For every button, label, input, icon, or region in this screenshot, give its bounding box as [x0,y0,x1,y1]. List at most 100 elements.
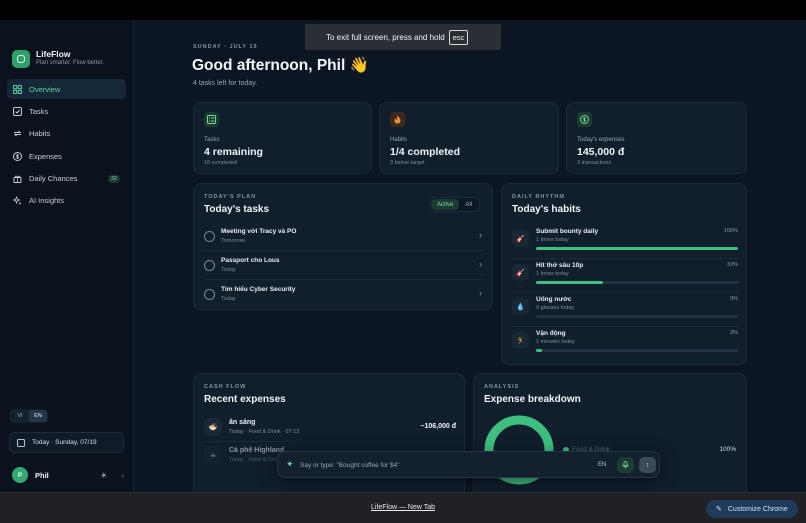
habit-row[interactable]: 🏃 Vận động 1 minutes today 3% [512,327,738,361]
pencil-icon: ✎ [716,506,722,513]
habit-sub: 1 minutes today [536,339,575,345]
repeat-icon [13,129,22,138]
task-row[interactable]: Meeting với Tracy và PO Tomorrow › [204,224,484,251]
language-switch: VI EN [10,409,48,423]
stat-card-expenses[interactable]: Today's expenses 145,000 đ 3 transaction… [566,102,747,174]
stat-card-tasks[interactable]: Tasks 4 remaining 16 completed [193,102,372,174]
send-arrow-icon[interactable]: ↑ [639,457,656,473]
brand-name: LifeFlow [36,49,71,59]
sidebar-item-label: Habits [29,129,51,139]
language-option-en[interactable]: EN [29,410,47,422]
coin-icon [577,112,592,127]
microphone-icon[interactable] [617,457,634,473]
task-title: Tìm hiểu Cyber Security [221,286,296,293]
habit-progress-bar [536,247,738,250]
habit-progress-bar [536,281,738,284]
habit-percent: 3% [730,330,738,336]
sidebar-item-label: Tasks [29,106,49,116]
task-checkbox[interactable] [204,231,215,242]
task-due: Tomorrow [221,238,246,244]
browser-top-bar [0,0,806,20]
section-eyebrow: DAILY RHYTHM [512,194,565,200]
habit-row[interactable]: 🎸 Submit bounty daily 1 times today 100% [512,225,738,259]
habit-row[interactable]: 💧 Uống nước 0 glasses today 0% [512,293,738,327]
habit-progress-fill [536,349,543,352]
filter-all-button[interactable]: All [459,199,478,210]
task-row[interactable]: Passport cho Lous Today › [204,253,484,280]
habit-progress-fill [536,281,603,284]
habit-progress-bar [536,315,738,318]
section-title: Recent expenses [204,394,286,405]
habit-percent: 33% [726,262,738,268]
expense-amount: −106,000 đ [420,423,456,430]
main-content: SUNDAY · JULY 19 Good afternoon, Phil 👋 … [134,20,806,492]
sidebar-item-expenses[interactable]: Expenses [7,146,126,166]
habit-percent: 0% [730,296,738,302]
customize-chrome-button[interactable]: ✎ Customize Chrome [706,500,798,518]
task-title: Meeting với Tracy và PO [221,228,297,235]
sidebar-item-label: Daily Chances [29,174,78,184]
stat-value: 1/4 completed [390,146,461,158]
habit-sub: 1 times today [536,271,569,277]
fullscreen-exit-toast: To exit full screen, press and hold esc [305,24,501,50]
stat-label: Today's expenses [577,137,625,143]
stat-sub: 16 completed [204,160,238,166]
sidebar-item-tasks[interactable]: Tasks [7,101,126,121]
habit-title: Uống nước [536,296,572,303]
habit-row[interactable]: 🎸 Hít thở sâu 10p 1 times today 33% [512,259,738,293]
app-window: LifeFlow Plan smarter. Flow better. Over… [0,20,806,492]
task-checkbox[interactable] [204,289,215,300]
expense-meta: Today · Food & Drink [229,457,281,463]
habit-percent: 100% [723,228,738,234]
language-option-vi[interactable]: VI [11,410,29,422]
habit-sub: 1 times today [536,237,569,243]
stat-value: 4 remaining [204,146,263,158]
stat-card-habits[interactable]: Habits 1/4 completed 3 below target [379,102,559,174]
today-habits-card: DAILY RHYTHM Today's habits 🎸 Submit bou… [501,183,747,365]
grid-icon [13,84,22,94]
expense-title: Cà phê Highland [229,447,285,454]
task-due: Today [221,296,236,302]
filter-active-button[interactable]: Active [430,199,460,210]
tab-title-link[interactable]: LifeFlow — New Tab [0,504,806,511]
section-title: Expense breakdown [484,394,581,405]
sidebar-item-ai-insights[interactable]: AI Insights [7,191,126,211]
legend-percent: 100% [719,446,736,453]
page-title: Good afternoon, Phil 👋 [192,57,369,74]
input-language-toggle[interactable]: EN [598,462,606,468]
section-eyebrow: ANALYSIS [484,384,520,390]
task-due: Today [221,267,236,273]
sun-icon[interactable]: ☀ [100,471,107,480]
habit-title: Vận động [536,330,566,337]
chevron-right-icon[interactable]: › [479,230,482,240]
habit-sub: 0 glasses today [536,305,575,311]
sparkles-icon: ✦ [286,459,294,469]
section-eyebrow: TODAY'S PLAN [204,194,257,200]
stat-sub: 3 transactions [577,160,612,166]
calendar-icon [17,438,25,447]
chevron-right-icon[interactable]: › [121,471,124,480]
user-menu[interactable]: P Phil ☀ › [12,466,124,484]
chevron-right-icon[interactable]: › [479,288,482,298]
sidebar-item-label: Overview [29,84,61,94]
dollar-icon [13,151,22,161]
flame-icon [390,112,405,127]
guitar-icon: 🎸 [512,264,529,281]
chevron-right-icon[interactable]: › [479,259,482,269]
ai-quick-input[interactable]: Say or type: "Bought coffee for $4" [300,462,400,469]
date-picker-button[interactable]: Today · Sunday, 07/19 [9,432,124,453]
customize-chrome-label: Customize Chrome [727,505,788,513]
checkbox-icon [13,106,22,116]
ai-quick-input-bar: ✦ Say or type: "Bought coffee for $4" EN… [277,451,660,478]
task-filter-toggle: Active All [428,197,480,212]
task-checkbox[interactable] [204,260,215,271]
sidebar-item-daily-chances[interactable]: Daily Chances 32 [7,169,126,189]
task-row[interactable]: Tìm hiểu Cyber Security Today › [204,282,484,309]
header-date: SUNDAY · JULY 19 [193,44,258,50]
count-badge: 32 [107,174,120,183]
stat-sub: 3 below target [390,160,425,166]
sidebar-nav: Overview Tasks Habits Expenses Daily Cha… [7,79,126,213]
sidebar-item-habits[interactable]: Habits [7,124,126,144]
sidebar-item-overview[interactable]: Overview [7,79,126,99]
expense-row[interactable]: 🍜 ăn sáng Today · Food & Drink · 07:13 −… [204,414,456,442]
